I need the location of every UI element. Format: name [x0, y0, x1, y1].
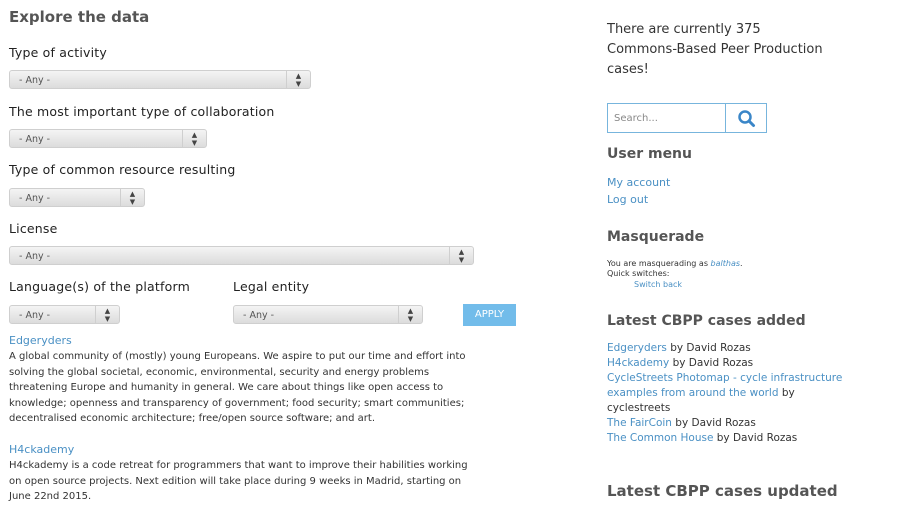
my-account-link[interactable]: My account — [607, 176, 670, 189]
description-line: H4ckademy is a code retreat for programm… — [9, 460, 468, 471]
resource-select[interactable]: - Any - ▲ ▼ — [9, 188, 145, 207]
main-content: Explore the data Type of activity - Any … — [0, 0, 595, 506]
description-line: June 22nd 2015. — [9, 491, 92, 502]
masquerade-status: You are masquerading as balthas. — [607, 259, 743, 268]
masquerade-user-link[interactable]: balthas — [711, 259, 740, 268]
list-item: cyclestreets — [607, 401, 902, 416]
case-link[interactable]: The FairCoin — [607, 417, 672, 429]
list-item: The FairCoin by David Rozas — [607, 416, 902, 431]
sidebar: There are currently 375 Commons-Based Pe… — [607, 0, 903, 506]
select-value: - Any - — [19, 193, 51, 204]
masquerade-suffix: . — [740, 259, 743, 268]
case-link[interactable]: The Common House — [607, 432, 713, 444]
list-item: examples from around the world by — [607, 386, 902, 401]
switch-back-link[interactable]: Switch back — [634, 280, 682, 289]
case-title-link[interactable]: Edgeryders — [9, 334, 72, 347]
description-line: decentralised economic architecture; fre… — [9, 413, 376, 424]
case-link[interactable]: H4ckademy — [607, 357, 669, 369]
list-item: CycleStreets Photomap - cycle infrastruc… — [607, 371, 902, 386]
language-select[interactable]: - Any - ▲ ▼ — [9, 305, 120, 324]
search-icon — [738, 110, 755, 127]
quick-switches-label: Quick switches: — [607, 269, 670, 278]
latest-added-list: Edgeryders by David Rozas H4ckademy by D… — [607, 341, 902, 446]
case-description: A global community of (mostly) young Eur… — [9, 349, 589, 427]
explore-heading: Explore the data — [9, 8, 150, 26]
select-arrows-icon: ▲ ▼ — [286, 71, 310, 88]
filter-label-collaboration: The most important type of collaboration — [9, 104, 275, 119]
select-arrows-icon: ▲ ▼ — [95, 306, 119, 323]
select-value: - Any - — [19, 310, 51, 321]
select-arrows-icon: ▲ ▼ — [120, 189, 144, 206]
license-select[interactable]: - Any - ▲ ▼ — [9, 246, 474, 265]
search-button[interactable] — [725, 103, 767, 133]
author-text: by David Rozas — [666, 342, 751, 354]
filter-label-license: License — [9, 221, 58, 236]
list-item: H4ckademy by David Rozas — [607, 356, 902, 371]
description-line: A global community of (mostly) young Eur… — [9, 351, 466, 362]
case-title-link[interactable]: H4ckademy — [9, 443, 74, 456]
search-input[interactable]: Search... — [607, 103, 726, 133]
case-description: H4ckademy is a code retreat for programm… — [9, 458, 589, 505]
masquerade-prefix: You are masquerading as — [607, 259, 711, 268]
author-text: by David Rozas — [671, 417, 756, 429]
filter-label-resource: Type of common resource resulting — [9, 162, 236, 177]
case-link[interactable]: examples from around the world — [607, 387, 779, 399]
description-line: on open source projects. Next edition wi… — [9, 475, 462, 487]
list-item: Edgeryders by David Rozas — [607, 341, 902, 356]
author-text: by — [778, 387, 795, 399]
filter-label-language: Language(s) of the platform — [9, 279, 190, 294]
author-text: by David Rozas — [669, 357, 754, 369]
latest-updated-heading: Latest CBPP cases updated — [607, 482, 838, 500]
description-line: knowledge; openness and transparency of … — [9, 397, 465, 409]
collaboration-select[interactable]: - Any - ▲ ▼ — [9, 129, 207, 148]
filter-label-legal-entity: Legal entity — [233, 279, 310, 294]
user-menu-heading: User menu — [607, 146, 692, 162]
filter-label-activity: Type of activity — [9, 45, 107, 60]
masquerade-heading: Masquerade — [607, 229, 705, 245]
intro-line: There are currently 375 — [607, 22, 761, 37]
search-form: Search... — [607, 103, 767, 133]
intro-line: Commons-Based Peer Production — [607, 42, 823, 57]
author-text: cyclestreets — [607, 402, 671, 414]
select-arrows-icon: ▲ ▼ — [398, 306, 422, 323]
select-value: - Any - — [19, 251, 51, 262]
select-value: - Any - — [19, 134, 51, 145]
case-link[interactable]: Edgeryders — [607, 342, 667, 354]
select-value: - Any - — [19, 75, 51, 86]
description-line: threatening Europe and humanity in gener… — [9, 382, 444, 393]
apply-button[interactable]: APPLY — [463, 304, 516, 326]
case-link[interactable]: CycleStreets Photomap - cycle infrastruc… — [607, 372, 842, 384]
author-text: by David Rozas — [713, 432, 798, 444]
list-item: The Common House by David Rozas — [607, 431, 902, 446]
log-out-link[interactable]: Log out — [607, 193, 648, 206]
description-line: solving the global societal, economic, e… — [9, 366, 430, 378]
select-value: - Any - — [243, 310, 275, 321]
legal-entity-select[interactable]: - Any - ▲ ▼ — [233, 305, 423, 324]
intro-line: cases! — [607, 62, 649, 77]
activity-select[interactable]: - Any - ▲ ▼ — [9, 70, 311, 89]
cases-count-text: There are currently 375 Commons-Based Pe… — [607, 20, 897, 80]
latest-added-heading: Latest CBPP cases added — [607, 313, 806, 329]
select-arrows-icon: ▲ ▼ — [449, 247, 473, 264]
select-arrows-icon: ▲ ▼ — [182, 130, 206, 147]
